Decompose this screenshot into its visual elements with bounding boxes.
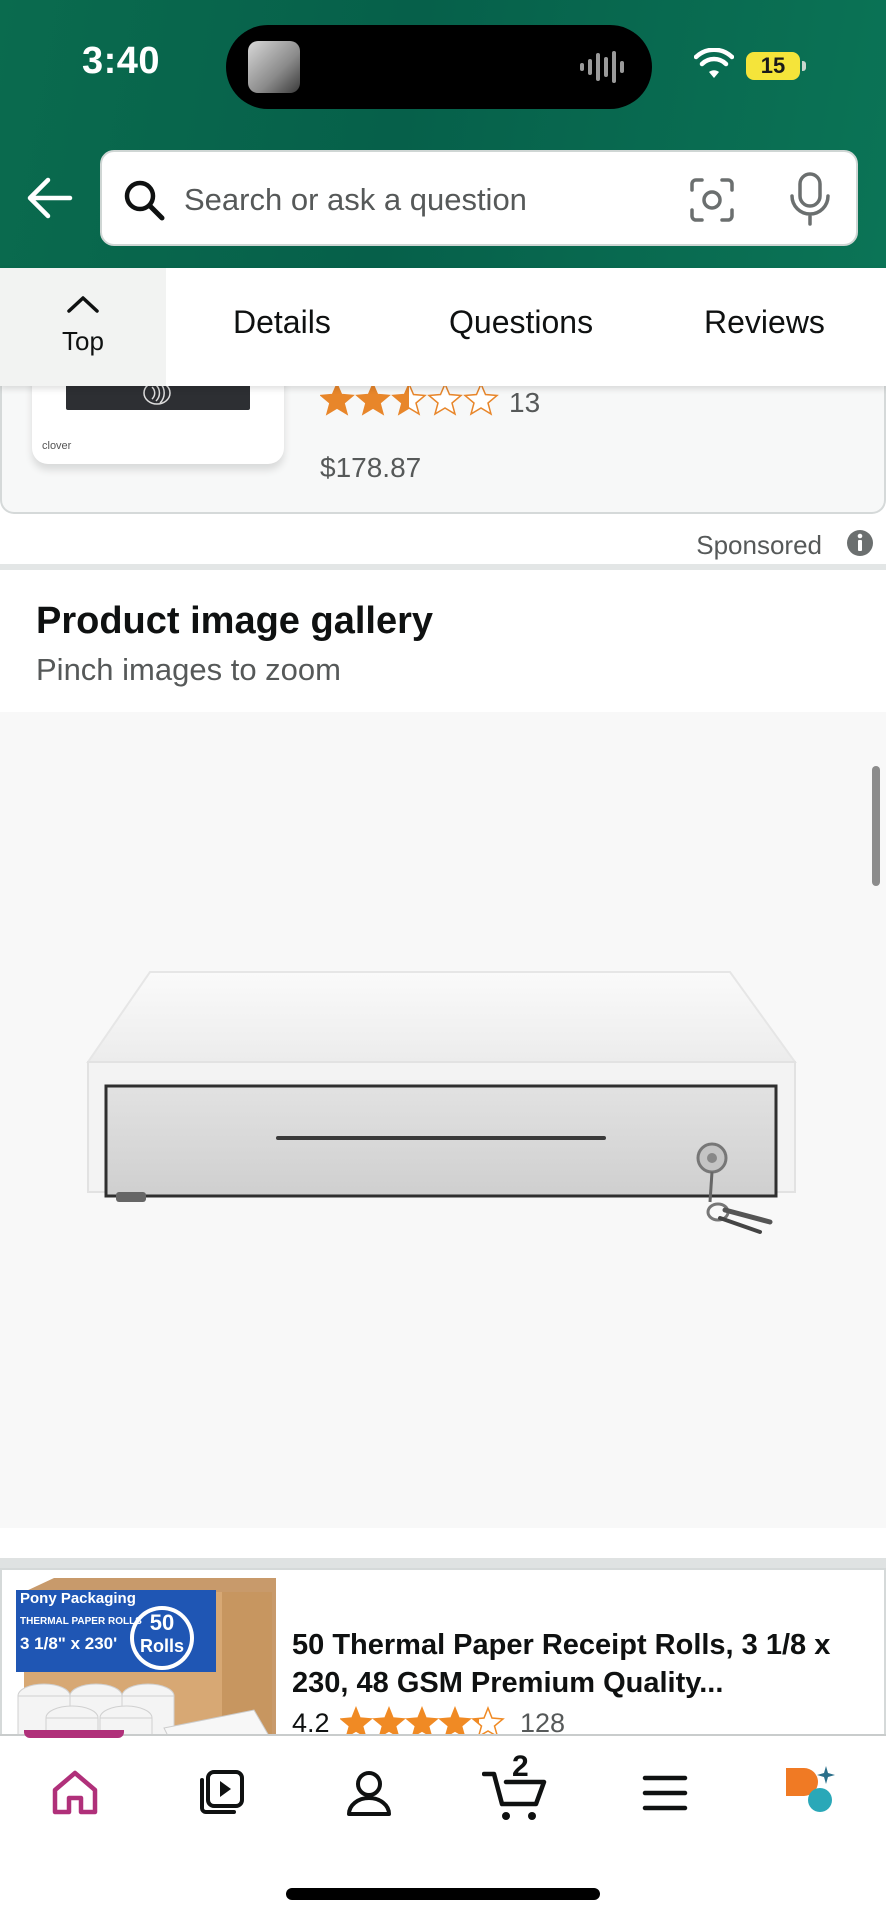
cart-icon[interactable] [482, 1768, 548, 1822]
audio-wave-icon [580, 51, 624, 83]
cash-drawer-image [86, 971, 797, 1234]
search-input[interactable] [184, 172, 664, 228]
wifi-icon [694, 48, 734, 78]
tab-reviews[interactable]: Reviews [704, 304, 825, 341]
back-arrow-icon[interactable] [26, 176, 74, 220]
chevron-up-icon [67, 296, 99, 313]
gallery-subtitle: Pinch images to zoom [36, 652, 341, 687]
section-divider [0, 564, 886, 570]
box-line2: 3 1/8" x 230' [20, 1634, 118, 1653]
battery-tip [802, 61, 806, 71]
tab-questions[interactable]: Questions [449, 304, 593, 341]
tab-top-label: Top [62, 326, 104, 356]
status-time: 3:40 [82, 40, 161, 82]
camera-search-icon[interactable] [688, 176, 736, 224]
video-icon[interactable] [196, 1768, 246, 1818]
account-icon[interactable] [344, 1768, 394, 1818]
box-line1: THERMAL PAPER ROLLS [20, 1616, 142, 1627]
rating-stars [320, 383, 498, 415]
gallery-scrollbar[interactable] [872, 766, 880, 886]
gallery-title: Product image gallery [36, 600, 434, 642]
product-image-gallery[interactable] [0, 712, 886, 1528]
info-icon[interactable] [846, 529, 874, 557]
next-product-title[interactable]: 50 Thermal Paper Receipt Rolls, 3 1/8 x … [292, 1626, 872, 1702]
rufus-ai-icon[interactable] [782, 1764, 838, 1820]
microphone-icon[interactable] [788, 172, 832, 226]
tab-details[interactable]: Details [233, 304, 331, 341]
section-tabs: Top Details Questions Reviews [0, 268, 886, 386]
tab-top[interactable]: Top [0, 268, 166, 386]
search-bar[interactable] [100, 150, 858, 246]
box-badge-number: 50 [149, 1610, 175, 1635]
search-icon [124, 180, 165, 221]
active-tab-indicator [24, 1730, 124, 1738]
battery-indicator: 15 [746, 52, 800, 80]
thermal-paper-box-image: Pony Packaging THERMAL PAPER ROLLS 3 1/8… [14, 1578, 276, 1738]
section-divider-2 [0, 1558, 886, 1568]
rating-count[interactable]: 13 [509, 387, 540, 419]
sponsored-label: Sponsored [696, 530, 822, 560]
brand-logo: clover [42, 440, 72, 452]
box-badge-word: Rolls [139, 1636, 184, 1656]
product-price: $178.87 [320, 452, 422, 483]
menu-icon[interactable] [642, 1768, 688, 1818]
box-brand: Pony Packaging [20, 1590, 136, 1607]
next-product-card[interactable]: Pony Packaging THERMAL PAPER ROLLS 3 1/8… [0, 1568, 886, 1738]
dynamic-island[interactable] [226, 25, 652, 109]
home-indicator[interactable] [286, 1888, 600, 1900]
home-icon[interactable] [50, 1768, 100, 1818]
now-playing-thumbnail [248, 41, 300, 93]
